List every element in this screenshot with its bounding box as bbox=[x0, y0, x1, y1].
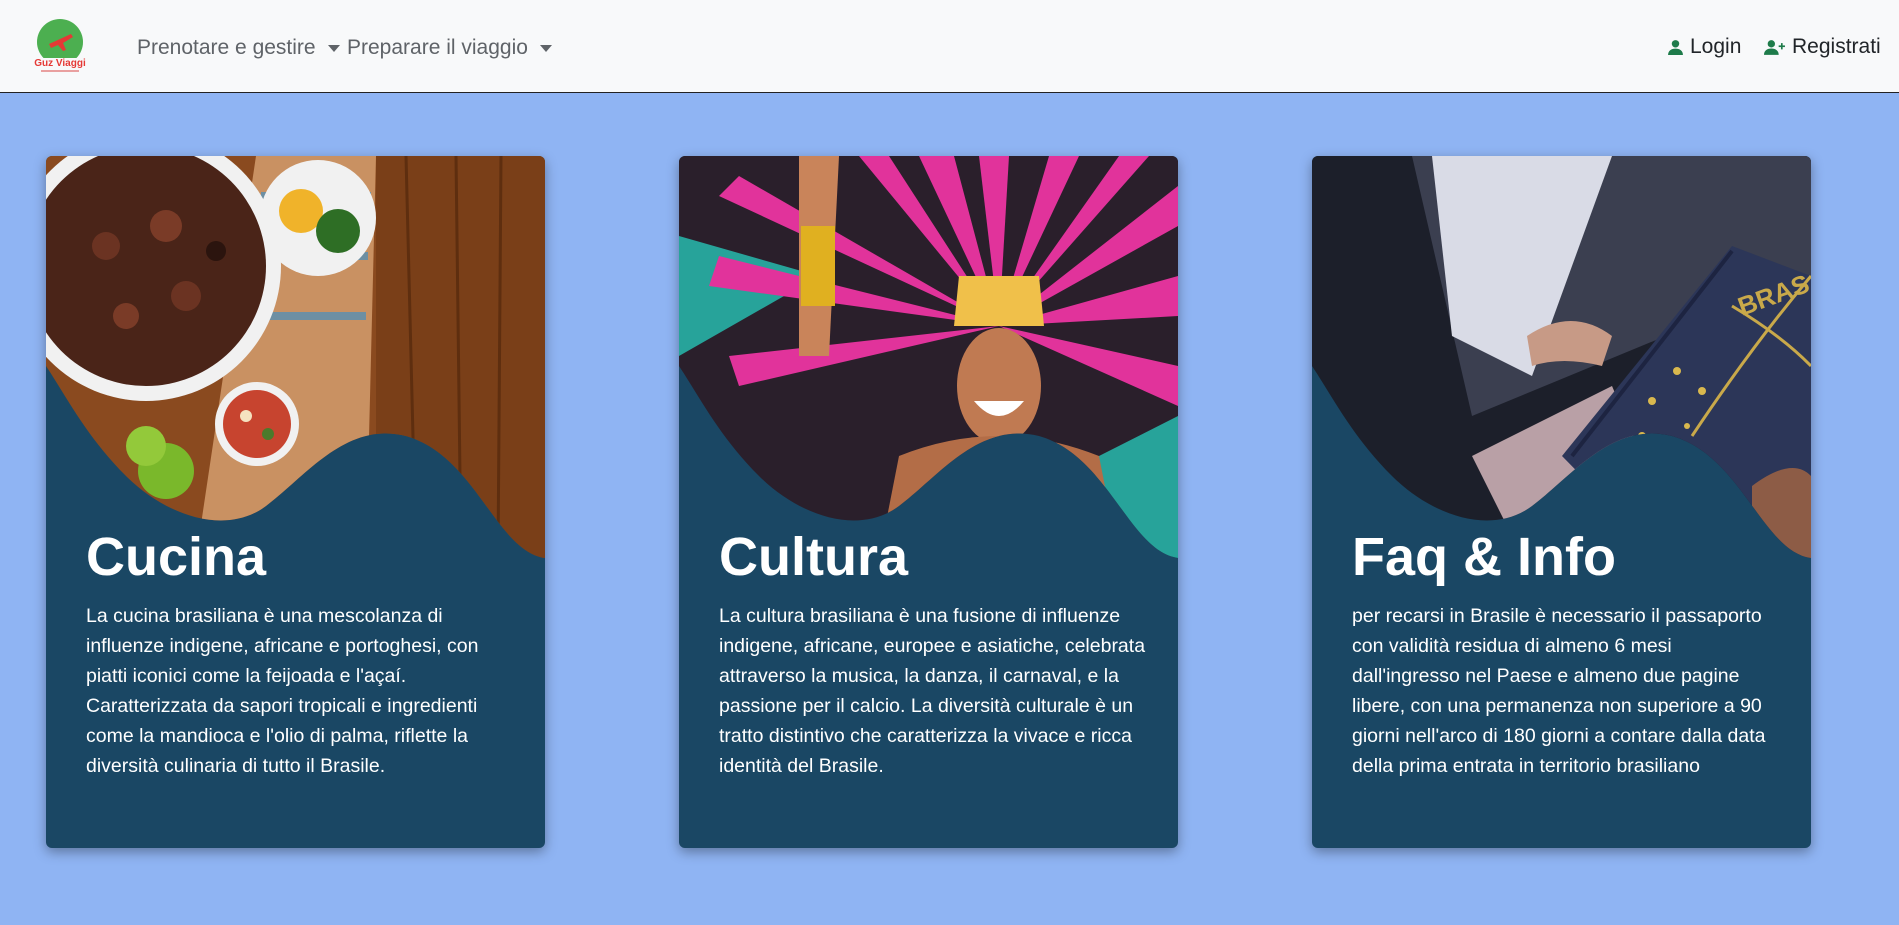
user-plus-icon bbox=[1764, 39, 1785, 55]
svg-text:Guz Viaggi: Guz Viaggi bbox=[34, 58, 86, 69]
register-link[interactable]: Registrati bbox=[1764, 35, 1881, 59]
cucina-image bbox=[46, 156, 545, 558]
brand-logo[interactable]: Guz Viaggi bbox=[31, 18, 89, 76]
menu-prenotare-e-gestire[interactable]: Prenotare e gestire bbox=[137, 36, 340, 60]
caret-down-icon bbox=[327, 44, 340, 52]
login-link[interactable]: Login bbox=[1667, 35, 1741, 59]
login-label: Login bbox=[1690, 35, 1742, 58]
card-title: Cultura bbox=[719, 527, 908, 587]
menu-label: Prenotare e gestire bbox=[137, 36, 316, 59]
card-faq-info[interactable]: BRAS Faq & Info per recarsi in Brasile è… bbox=[1312, 156, 1811, 848]
caret-down-icon bbox=[539, 44, 552, 52]
card-title: Faq & Info bbox=[1352, 527, 1616, 587]
navbar: Guz Viaggi Prenotare e gestire Preparare… bbox=[0, 0, 1899, 93]
passport-image: BRAS bbox=[1312, 156, 1811, 558]
card-text: La cucina brasiliana è una mescolanza di… bbox=[86, 605, 479, 777]
register-label: Registrati bbox=[1792, 35, 1881, 58]
card-cucina[interactable]: Cucina La cucina brasiliana è una mescol… bbox=[46, 156, 545, 848]
card-text: La cultura brasiliana è una fusione di i… bbox=[719, 605, 1146, 777]
card-cultura[interactable]: Cultura La cultura brasiliana è una fusi… bbox=[679, 156, 1178, 848]
menu-label: Preparare il viaggio bbox=[347, 36, 528, 59]
card-title: Cucina bbox=[86, 527, 267, 587]
menu-preparare-il-viaggio[interactable]: Preparare il viaggio bbox=[347, 36, 552, 60]
user-icon bbox=[1668, 39, 1683, 55]
card-text: per recarsi in Brasile è necessario il p… bbox=[1352, 605, 1766, 777]
cultura-image bbox=[679, 156, 1178, 558]
